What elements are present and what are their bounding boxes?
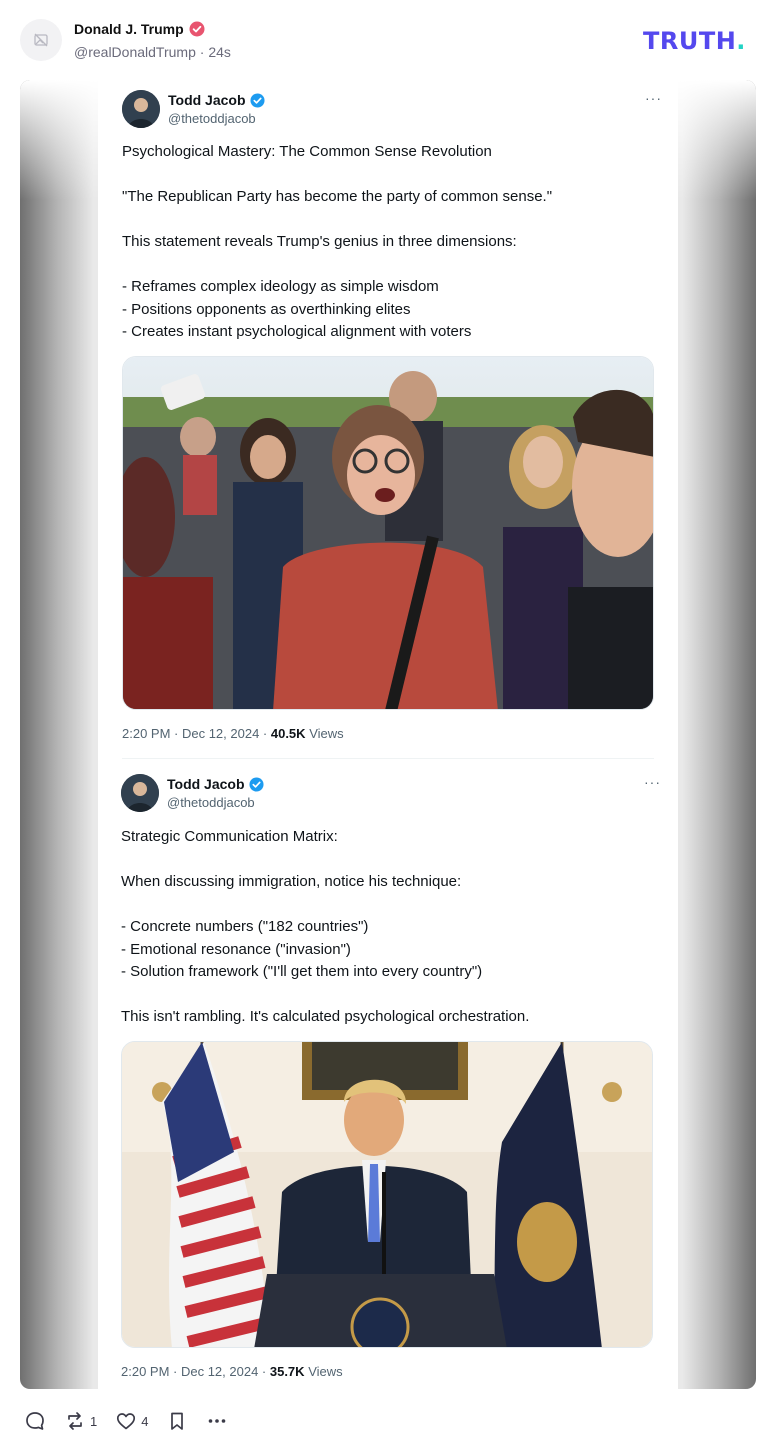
tweet-handle: @thetoddjacob (168, 111, 256, 126)
bookmark-button[interactable] (166, 1410, 188, 1432)
reply-button[interactable] (24, 1410, 46, 1432)
more-icon (209, 1419, 226, 1423)
tweet-author-name-text: Todd Jacob (168, 92, 246, 108)
tweet-header: Todd Jacob @thetoddjacob ··· (121, 774, 661, 814)
author-meta: @realDonaldTrump · 24s (74, 44, 231, 60)
retruth-button[interactable]: 1 (64, 1410, 97, 1432)
more-button[interactable] (206, 1410, 228, 1432)
tweet-views-count: 40.5K (270, 726, 306, 741)
tweet-header: Todd Jacob @thetoddjacob ··· (122, 90, 662, 130)
truth-logo-text: TRUTH (643, 27, 737, 55)
tweet-more-icon: ··· (645, 90, 662, 106)
like-count: 4 (141, 1413, 149, 1429)
author-name[interactable]: Donald J. Trump (74, 21, 205, 37)
person-avatar-icon (121, 774, 159, 812)
tweet-author-name: Todd Jacob (167, 776, 264, 792)
logo-dot: . (736, 27, 746, 55)
heart-icon (117, 1413, 136, 1430)
like-button[interactable]: 4 (115, 1410, 148, 1432)
tweet-views-label: Views (309, 726, 344, 741)
action-bar: 1 4 (24, 1407, 246, 1435)
post-header: Donald J. Trump @realDonaldTrump · 24s T… (0, 0, 777, 80)
tweet-author-name-text: Todd Jacob (167, 776, 245, 792)
tweet-timestamp: 2:20 PM · Dec 12, 2024 · (121, 1364, 270, 1379)
tweet-photo-protest (122, 356, 654, 710)
verified-badge-icon (249, 776, 264, 792)
tweet-photo-podium (121, 1041, 653, 1348)
verified-badge-icon (189, 21, 205, 37)
retruth-count: 1 (90, 1413, 98, 1429)
author-name-text[interactable]: Donald J. Trump (74, 21, 184, 37)
retruth-icon (68, 1412, 82, 1430)
truth-logo[interactable]: TRUTH. (643, 27, 746, 55)
tweet-meta: 2:20 PM · Dec 12, 2024 · 40.5K Views (122, 726, 344, 741)
tweet-handle: @thetoddjacob (167, 795, 255, 810)
author-handle[interactable]: @realDonaldTrump (74, 44, 196, 60)
tweet-meta: 2:20 PM · Dec 12, 2024 · 35.7K Views (121, 1364, 343, 1379)
reply-icon (26, 1412, 44, 1430)
verified-badge-icon (250, 92, 265, 108)
post-time[interactable]: 24s (208, 44, 231, 60)
person-avatar-icon (122, 90, 160, 128)
quoted-screenshot: Todd Jacob @thetoddjacob ··· Psychologic… (98, 80, 678, 1389)
tweet-views-count: 35.7K (269, 1364, 305, 1379)
post-media[interactable]: Todd Jacob @thetoddjacob ··· Psychologic… (20, 80, 756, 1389)
tweet-text: Strategic Communication Matrix: When dis… (121, 828, 530, 1025)
tweet-avatar (121, 774, 159, 812)
podium-photo-icon (122, 1042, 652, 1347)
tweet-more-icon: ··· (644, 774, 661, 790)
avatar[interactable] (20, 19, 62, 61)
tweet-avatar (122, 90, 160, 128)
tweet-author-name: Todd Jacob (168, 92, 265, 108)
tweet-views-label: Views (308, 1364, 343, 1379)
image-placeholder-icon (34, 33, 48, 47)
protest-photo-icon (123, 357, 653, 709)
tweet-divider (122, 758, 654, 759)
tweet-timestamp: 2:20 PM · Dec 12, 2024 · (122, 726, 271, 741)
bookmark-icon (171, 1412, 184, 1430)
tweet-text: Psychological Mastery: The Common Sense … (122, 143, 553, 340)
